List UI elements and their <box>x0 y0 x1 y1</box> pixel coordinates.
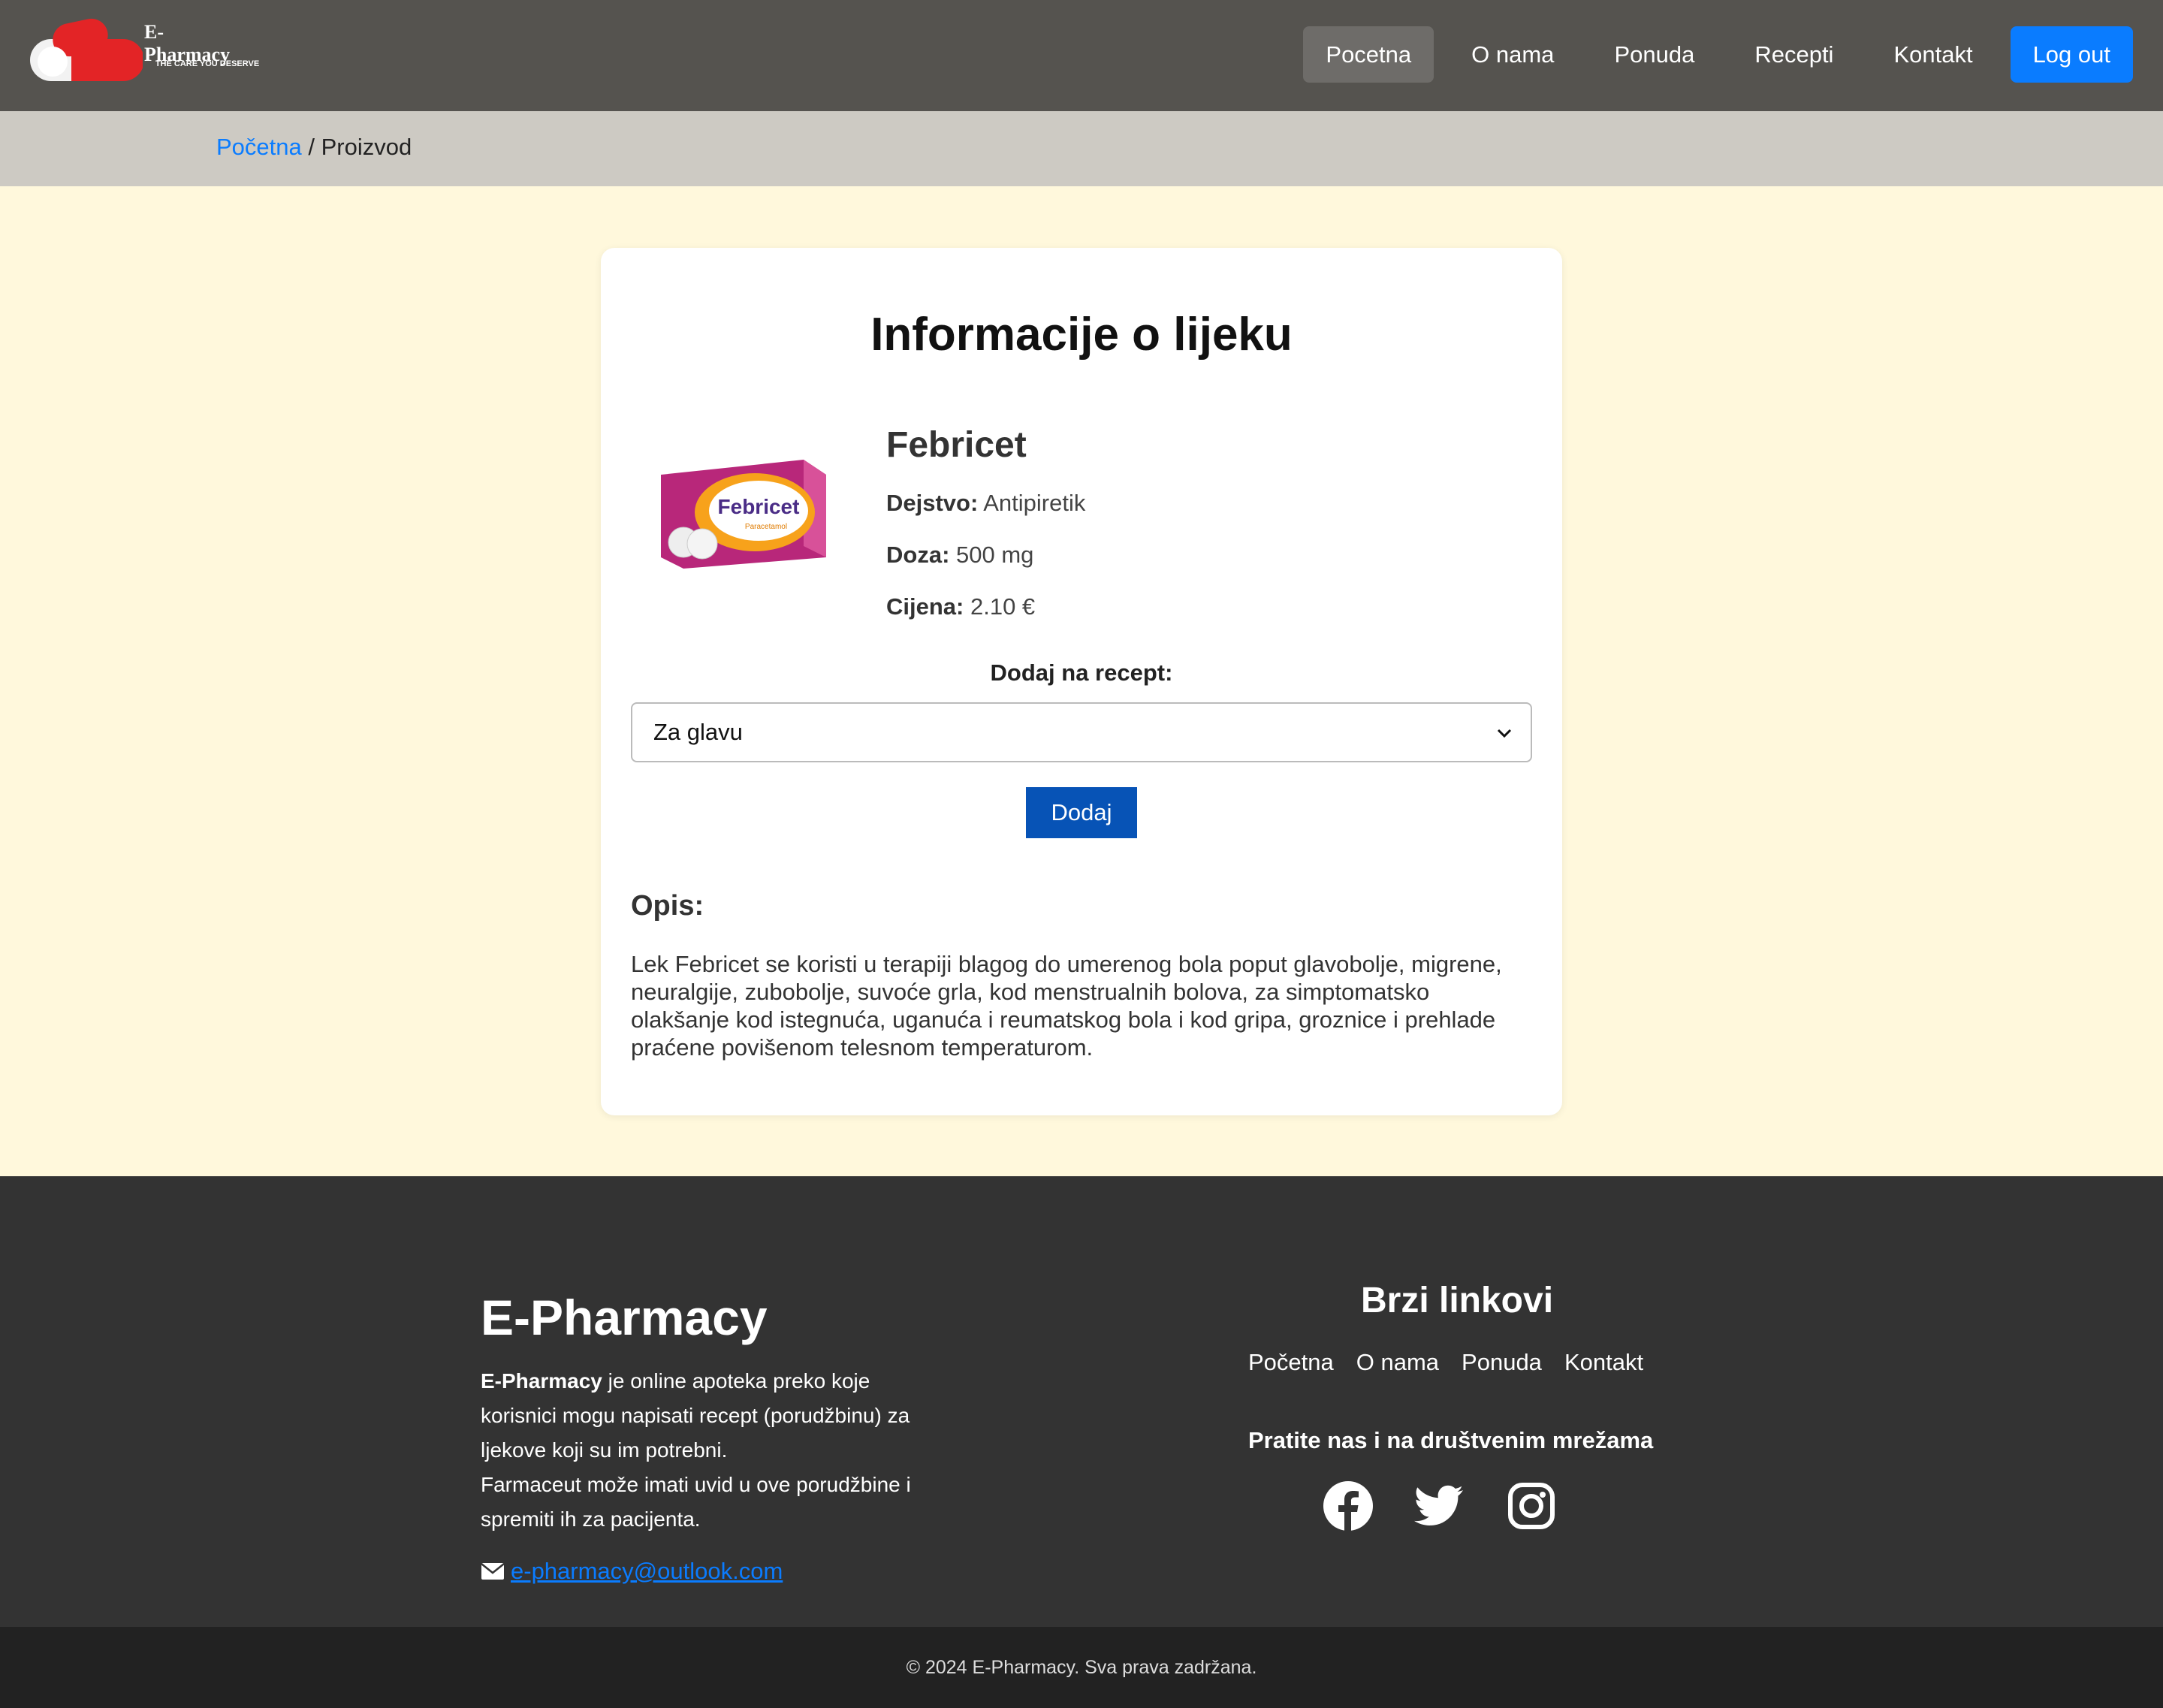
nav-pocetna[interactable]: Pocetna <box>1303 26 1434 83</box>
pill-logo-icon <box>30 18 144 81</box>
facebook-icon[interactable] <box>1322 1480 1374 1532</box>
product-action: Dejstvo: Antipiretik <box>886 490 1085 517</box>
copyright-bar: © 2024 E-Pharmacy. Sva prava zadržana. <box>0 1627 2163 1708</box>
product-name: Febricet <box>886 425 1027 465</box>
instagram-icon[interactable] <box>1505 1480 1558 1532</box>
top-navbar: E-Pharmacy THE CARE YOU DESERVE Pocetna … <box>0 0 2163 111</box>
description-title: Opis: <box>631 890 704 922</box>
email-link[interactable]: e-pharmacy@outlook.com <box>511 1558 783 1585</box>
envelope-icon <box>481 1563 505 1580</box>
footer-link-ponuda[interactable]: Ponuda <box>1462 1349 1542 1376</box>
prescription-select[interactable]: Za glavu <box>631 702 1532 762</box>
copyright-text: © 2024 E-Pharmacy. Sva prava zadržana. <box>906 1656 1257 1678</box>
main-nav: Pocetna O nama Ponuda Recepti Kontakt Lo… <box>1303 26 2133 83</box>
dose-value: 500 mg <box>956 542 1034 568</box>
product-card: Informacije o lijeku Febricet Paracetamo… <box>601 248 1562 1115</box>
footer-link-kontakt[interactable]: Kontakt <box>1564 1349 1643 1376</box>
product-dose: Doza: 500 mg <box>886 542 1033 569</box>
medicine-box-image: Febricet Paracetamol <box>653 445 834 572</box>
action-label: Dejstvo: <box>886 490 979 516</box>
footer-email: e-pharmacy@outlook.com <box>481 1558 783 1585</box>
description-text: Lek Febricet se koristi u terapiji blago… <box>631 951 1502 1061</box>
box-subtext: Paracetamol <box>745 523 787 531</box>
logo-tagline: THE CARE YOU DESERVE <box>155 59 260 68</box>
breadcrumb-home-link[interactable]: Početna <box>216 134 302 160</box>
add-button[interactable]: Dodaj <box>1026 787 1137 838</box>
nav-recepti[interactable]: Recepti <box>1732 26 1856 83</box>
quick-links-title: Brzi linkovi <box>1360 1281 1554 1320</box>
box-brand-text: Febricet <box>718 495 800 518</box>
footer: E-Pharmacy E-Pharmacy je online apoteka … <box>0 1176 2163 1627</box>
site-logo[interactable]: E-Pharmacy THE CARE YOU DESERVE <box>30 17 259 89</box>
chevron-down-icon <box>1497 729 1512 738</box>
footer-brand: E-Pharmacy <box>481 1290 768 1345</box>
nav-kontakt[interactable]: Kontakt <box>1871 26 1995 83</box>
follow-us-text: Pratite nas i na društvenim mrežama <box>1248 1427 1654 1453</box>
nav-ponuda[interactable]: Ponuda <box>1591 26 1717 83</box>
nav-o-nama[interactable]: O nama <box>1449 26 1576 83</box>
footer-desc-bold: E-Pharmacy <box>481 1369 602 1393</box>
breadcrumb: Početna / Proizvod <box>216 134 412 161</box>
social-links <box>1322 1480 1558 1532</box>
footer-link-pocetna[interactable]: Početna <box>1248 1349 1334 1376</box>
dose-label: Doza: <box>886 542 950 568</box>
logout-button[interactable]: Log out <box>2010 26 2133 83</box>
product-price: Cijena: 2.10 € <box>886 593 1035 620</box>
footer-link-o-nama[interactable]: O nama <box>1356 1349 1439 1376</box>
footer-description: E-Pharmacy je online apoteka preko koje … <box>481 1364 946 1537</box>
add-to-prescription-label: Dodaj na recept: <box>990 659 1173 686</box>
prescription-select-value: Za glavu <box>653 719 743 745</box>
action-value: Antipiretik <box>983 490 1086 516</box>
twitter-icon[interactable] <box>1413 1480 1466 1532</box>
breadcrumb-separator: / <box>301 134 321 160</box>
footer-desc-line2: Farmaceut može imati uvid u ove porudžbi… <box>481 1473 911 1531</box>
quick-links: Početna O nama Ponuda Kontakt <box>1248 1349 1643 1376</box>
breadcrumb-current: Proizvod <box>321 134 412 160</box>
price-value: 2.10 € <box>970 593 1036 620</box>
breadcrumb-bar: Početna / Proizvod <box>0 111 2163 186</box>
page-title: Informacije o lijeku <box>870 309 1293 361</box>
price-label: Cijena: <box>886 593 964 620</box>
